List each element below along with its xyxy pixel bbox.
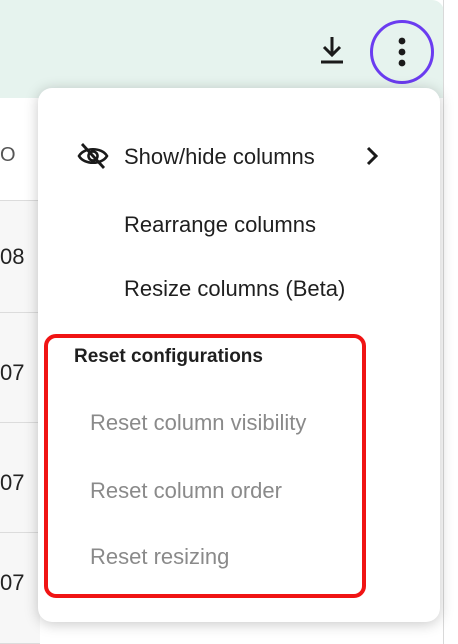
table-options-menu: Show/hide columns Rearrange columns Resi… (38, 88, 440, 622)
chevron-right-icon (366, 146, 378, 166)
menu-item-label: Rearrange columns (124, 212, 316, 237)
menu-item-label: Show/hide columns (124, 144, 315, 169)
reset-section-title: Reset configurations (74, 346, 263, 367)
table-cell: 07 (0, 470, 25, 495)
menu-item-resize-columns[interactable]: Resize columns (Beta) (38, 262, 440, 316)
menu-item-reset-column-order[interactable]: Reset column order (38, 466, 358, 516)
table-cell: 08 (0, 244, 25, 269)
menu-item-label: Reset column visibility (90, 410, 307, 435)
menu-item-reset-resizing[interactable]: Reset resizing (38, 532, 358, 582)
more-options-button[interactable] (370, 20, 434, 84)
table-cell: 07 (0, 570, 25, 595)
download-button[interactable] (310, 28, 354, 72)
menu-item-label: Reset resizing (90, 544, 230, 569)
menu-item-rearrange-columns[interactable]: Rearrange columns (38, 198, 440, 252)
download-icon (321, 37, 343, 64)
eye-slash-icon (77, 143, 109, 169)
menu-item-reset-column-visibility[interactable]: Reset column visibility (38, 398, 358, 448)
menu-item-label: Resize columns (Beta) (124, 276, 346, 301)
more-vertical-icon (398, 37, 406, 67)
table-toolbar (0, 0, 444, 98)
table-cell: 07 (0, 360, 25, 385)
menu-item-label: Reset column order (90, 478, 282, 503)
table-right-border (443, 0, 444, 644)
menu-item-show-hide-columns[interactable]: Show/hide columns (38, 130, 440, 184)
column-header[interactable]: O (0, 144, 40, 167)
